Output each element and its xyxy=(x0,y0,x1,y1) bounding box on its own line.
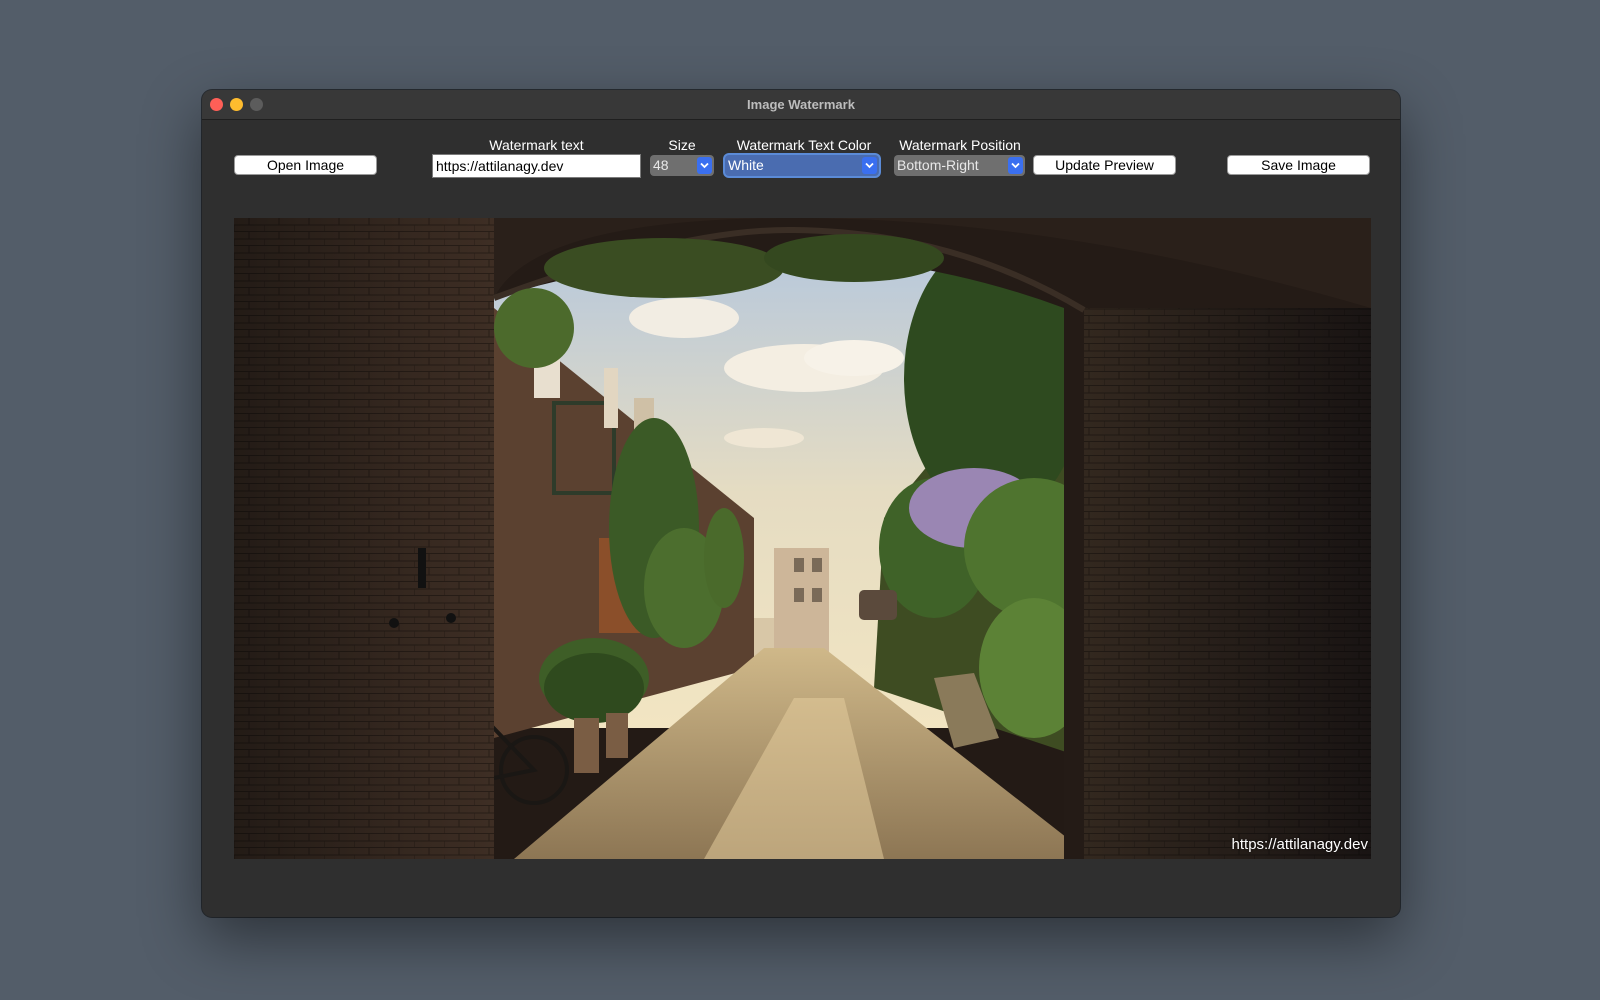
chevron-down-icon xyxy=(862,157,877,174)
position-label: Watermark Position xyxy=(899,137,1021,153)
text-color-select[interactable]: White xyxy=(725,155,879,176)
color-label: Watermark Text Color xyxy=(736,137,872,153)
chevron-down-icon xyxy=(697,157,712,174)
window-title: Image Watermark xyxy=(747,97,855,112)
watermark-overlay: https://attilanagy.dev xyxy=(1231,836,1368,853)
app-window: Image Watermark Watermark text Size Wate… xyxy=(202,90,1400,917)
position-select-value: Bottom-Right xyxy=(897,157,979,173)
size-label: Size xyxy=(668,137,696,153)
size-select-value: 48 xyxy=(653,157,669,173)
update-preview-button[interactable]: Update Preview xyxy=(1033,155,1176,175)
chevron-down-icon xyxy=(1008,157,1023,174)
alley-photo xyxy=(234,218,1371,859)
image-preview: https://attilanagy.dev xyxy=(234,218,1371,859)
position-select[interactable]: Bottom-Right xyxy=(894,155,1025,176)
text-color-select-value: White xyxy=(728,157,764,173)
size-select[interactable]: 48 xyxy=(650,155,714,176)
open-image-button[interactable]: Open Image xyxy=(234,155,377,175)
watermark-text-label: Watermark text xyxy=(489,137,584,153)
watermark-text-input[interactable]: https://attilanagy.dev xyxy=(432,154,641,178)
title-bar: Image Watermark xyxy=(202,90,1400,120)
save-image-button[interactable]: Save Image xyxy=(1227,155,1370,175)
